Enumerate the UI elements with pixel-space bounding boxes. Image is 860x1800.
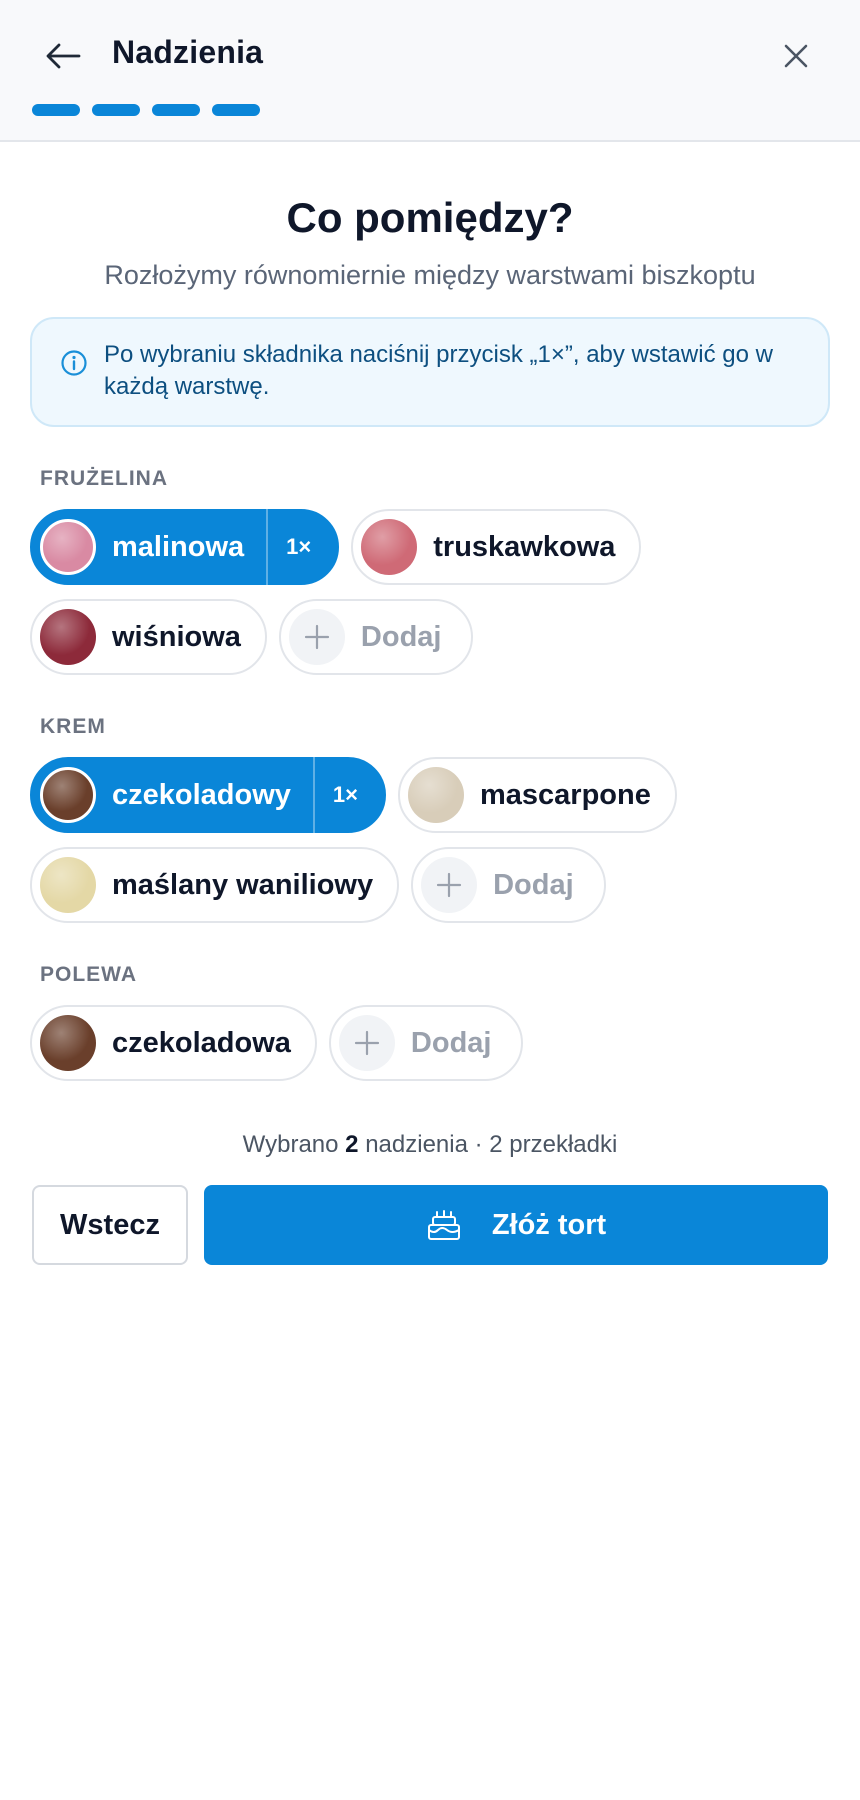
assemble-cake-label: Złóż tort <box>491 1208 607 1241</box>
info-text: Po wybraniu składnika naciśnij przycisk … <box>104 341 773 400</box>
add-chip-krem[interactable]: Dodaj <box>411 847 606 923</box>
layer-count-button[interactable]: 1× <box>312 757 384 833</box>
chip-group-fruzelina: malinowa 1× truskawkowa wiśniowa Dodaj <box>30 509 830 675</box>
assemble-cake-button[interactable]: Złóż tort <box>204 1185 828 1265</box>
plus-icon <box>354 1030 380 1056</box>
info-icon <box>61 350 87 376</box>
chip-label: wiśniowa <box>112 620 241 653</box>
step-progress <box>32 104 260 116</box>
progress-step <box>92 104 140 116</box>
chip-wisniowa[interactable]: wiśniowa <box>30 599 267 675</box>
progress-step <box>212 104 260 116</box>
swatch <box>40 767 96 823</box>
chip-label: czekoladowy <box>112 778 291 811</box>
swatch <box>408 767 464 823</box>
top-bar: Nadzienia <box>0 0 860 142</box>
section-label-polewa: POLEWA <box>40 963 138 986</box>
swatch <box>40 609 96 665</box>
add-label: Dodaj <box>360 620 442 653</box>
add-chip-fruzelina[interactable]: Dodaj <box>278 599 474 675</box>
add-label: Dodaj <box>493 868 574 901</box>
chip-czekoladowy[interactable]: czekoladowy 1× <box>30 757 386 833</box>
summary-count: 2 <box>345 1131 359 1158</box>
section-label-krem: KREM <box>40 715 106 738</box>
swatch <box>40 857 96 913</box>
chip-maslany-waniliowy[interactable]: maślany waniliowy <box>30 847 400 923</box>
chip-label: mascarpone <box>480 778 651 811</box>
add-chip-polewa[interactable]: Dodaj <box>328 1005 524 1081</box>
chip-czekoladowa[interactable]: czekoladowa <box>30 1005 317 1081</box>
chip-malinowa[interactable]: malinowa 1× <box>30 509 340 585</box>
chip-truskawkowa[interactable]: truskawkowa <box>351 509 642 585</box>
layer-count-button[interactable]: 1× <box>266 509 337 585</box>
summary-suffix: nadzienia · 2 przekładki <box>365 1131 618 1158</box>
selection-summary: Wybrano 2 nadzienia · 2 przekładki <box>0 1131 860 1159</box>
action-bar: Wstecz Złóż tort <box>32 1185 828 1265</box>
close-button[interactable] <box>776 36 816 76</box>
back-button[interactable] <box>40 36 86 76</box>
close-icon <box>784 44 808 68</box>
swatch <box>40 1015 96 1071</box>
progress-step <box>152 104 200 116</box>
cake-icon <box>427 1210 460 1240</box>
step-headline: Co pomiędzy? <box>286 194 574 241</box>
chip-label: maślany waniliowy <box>112 868 374 901</box>
step-subheadline: Rozłożymy równomiernie między warstwami … <box>104 260 756 290</box>
summary-prefix: Wybrano <box>242 1131 339 1158</box>
page-title: Nadzienia <box>112 34 264 70</box>
chip-label: malinowa <box>112 530 245 563</box>
chip-label: truskawkowa <box>433 530 616 563</box>
back-step-button[interactable]: Wstecz <box>32 1185 188 1265</box>
progress-step <box>32 104 80 116</box>
plus-icon <box>304 624 330 650</box>
add-label: Dodaj <box>410 1026 492 1059</box>
arrow-left-icon <box>46 43 81 69</box>
section-label-fruzelina: FRUŻELINA <box>40 467 168 490</box>
swatch <box>40 519 96 575</box>
chip-group-polewa: czekoladowa Dodaj <box>30 1005 830 1081</box>
chip-mascarpone[interactable]: mascarpone <box>398 757 677 833</box>
plus-icon <box>437 872 462 898</box>
chip-label: czekoladowa <box>112 1026 291 1059</box>
swatch <box>361 519 418 575</box>
chip-group-krem: czekoladowy 1× mascarpone maślany wanili… <box>30 757 830 923</box>
info-banner: Po wybraniu składnika naciśnij przycisk … <box>30 317 830 427</box>
